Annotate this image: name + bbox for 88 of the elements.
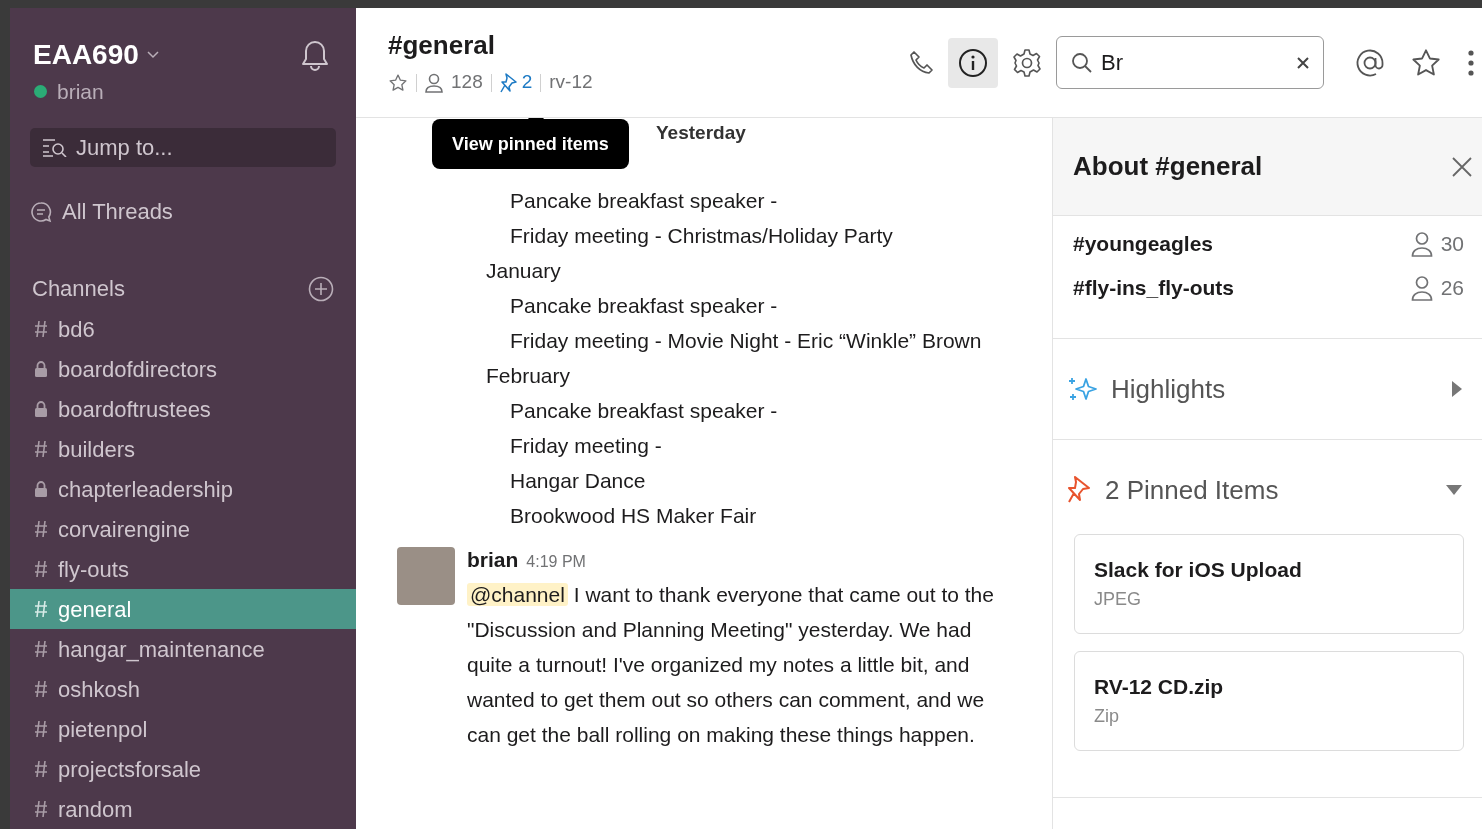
channel-item[interactable]: bd6 xyxy=(10,309,356,349)
phone-icon[interactable] xyxy=(908,48,936,77)
sparkle-icon xyxy=(1067,375,1097,403)
person-icon xyxy=(1410,231,1433,257)
channel-item[interactable]: projectsforsale xyxy=(10,749,356,789)
note-line: Friday meeting - xyxy=(509,433,663,459)
channel-item[interactable]: fly-outs xyxy=(10,549,356,589)
add-icon[interactable] xyxy=(308,275,334,302)
settings-icon[interactable] xyxy=(1012,47,1042,78)
member-count: 26 xyxy=(1440,275,1464,302)
more-icon[interactable] xyxy=(1468,49,1474,76)
tooltip: View pinned items xyxy=(432,119,629,169)
pin-icon xyxy=(499,72,518,93)
pin-icon xyxy=(1067,476,1091,504)
panel-title: About #general xyxy=(1073,150,1263,183)
file-type: Zip xyxy=(1094,705,1120,728)
close-icon[interactable] xyxy=(1452,156,1472,177)
hash-icon xyxy=(34,800,48,818)
note-line: Pancake breakfast speaker - xyxy=(509,398,779,424)
info-icon xyxy=(958,47,988,78)
hash-icon xyxy=(34,520,48,538)
hash-icon xyxy=(34,640,48,658)
channel-title: #general xyxy=(388,29,496,63)
lock-icon xyxy=(34,480,48,498)
member-count: 30 xyxy=(1440,231,1464,258)
hash-icon xyxy=(34,560,48,578)
note-line: January xyxy=(485,258,562,284)
bell-icon[interactable] xyxy=(300,39,330,71)
channel-item[interactable]: builders xyxy=(10,429,356,469)
person-icon xyxy=(425,72,443,93)
hash-icon xyxy=(34,320,48,338)
user-name: brian xyxy=(57,79,104,105)
note-line: Friday meeting - Movie Night - Eric “Winkle” Brown xyxy=(509,328,983,354)
channel-item[interactable]: pietenpol xyxy=(10,709,356,749)
workspace-name[interactable]: EAA690 xyxy=(33,38,139,72)
hash-icon xyxy=(34,760,48,778)
search-field[interactable]: Br xyxy=(1056,36,1324,89)
channel-topic: rv-12 xyxy=(549,70,593,95)
channel-item[interactable]: boardofdirectors xyxy=(10,349,356,389)
search-input[interactable]: Br xyxy=(1101,46,1289,79)
channel-item[interactable]: hangar_maintenance xyxy=(10,629,356,669)
channel-link[interactable]: #fly-ins_fly-outs xyxy=(1073,272,1235,304)
hash-icon xyxy=(34,600,48,618)
info-button[interactable] xyxy=(948,37,998,88)
caret-down-icon xyxy=(1446,485,1462,495)
caret-right-icon xyxy=(1452,381,1462,397)
hash-icon xyxy=(34,720,48,738)
channels-heading[interactable]: Channels xyxy=(32,272,125,305)
section-title: Highlights xyxy=(1111,372,1227,406)
note-line: Hangar Dance xyxy=(509,468,647,494)
message-text: @channel I want to thank everyone that came out to the "Discussion and Planning Meeting" yesterday. We had quite a turnout! I've organized my notes a little bit, and wanted to get them out so others can comment, and we can get the ball rolling on making these things happen. xyxy=(467,582,995,748)
pinned-count-link[interactable]: 2 xyxy=(499,68,533,97)
file-name: RV-12 CD.zip xyxy=(1094,674,1225,700)
note-line: Friday meeting - Christmas/Holiday Party xyxy=(509,223,894,249)
note-line: Pancake breakfast speaker - xyxy=(509,188,779,214)
hash-icon xyxy=(34,440,48,458)
pinned-item-card[interactable]: RV-12 CD.zip Zip xyxy=(1074,651,1464,751)
all-threads-link[interactable]: All Threads xyxy=(62,195,173,228)
section-title: 2 Pinned Items xyxy=(1105,473,1280,507)
channel-item[interactable]: random xyxy=(10,789,356,829)
hash-icon xyxy=(34,680,48,698)
search-icon xyxy=(1071,51,1093,74)
channel-item[interactable]: boardoftrustees xyxy=(10,389,356,429)
message-time[interactable]: 4:19 PM xyxy=(526,547,586,577)
pinned-item-card[interactable]: Slack for iOS Upload JPEG xyxy=(1074,534,1464,634)
file-type: JPEG xyxy=(1094,588,1142,611)
channel-item[interactable]: chapterleadership xyxy=(10,469,356,509)
channel-item[interactable]: general xyxy=(10,589,356,629)
mention-tag[interactable]: @channel xyxy=(467,583,568,606)
chevron-down-icon[interactable] xyxy=(146,51,159,59)
person-icon xyxy=(1410,275,1433,301)
thread-icon xyxy=(30,200,52,223)
note-line: Brookwood HS Maker Fair xyxy=(509,503,758,529)
note-line: February xyxy=(485,363,572,389)
search-list-icon xyxy=(42,137,68,158)
file-name: Slack for iOS Upload xyxy=(1094,557,1303,583)
channel-link[interactable]: #youngeagles xyxy=(1073,228,1214,260)
author-name[interactable]: brian xyxy=(467,545,519,575)
jump-to-button[interactable]: Jump to... xyxy=(30,127,336,167)
channel-item[interactable]: oshkosh xyxy=(10,669,356,709)
channel-item[interactable]: corvairengine xyxy=(10,509,356,549)
lock-icon xyxy=(34,360,48,378)
section-header[interactable]: Highlights xyxy=(1053,339,1482,439)
lock-icon xyxy=(34,400,48,418)
star-icon[interactable] xyxy=(388,72,408,93)
clear-icon[interactable] xyxy=(1297,56,1309,69)
note-line: Pancake breakfast speaker - xyxy=(509,293,779,319)
member-count[interactable]: 128 xyxy=(451,68,483,97)
